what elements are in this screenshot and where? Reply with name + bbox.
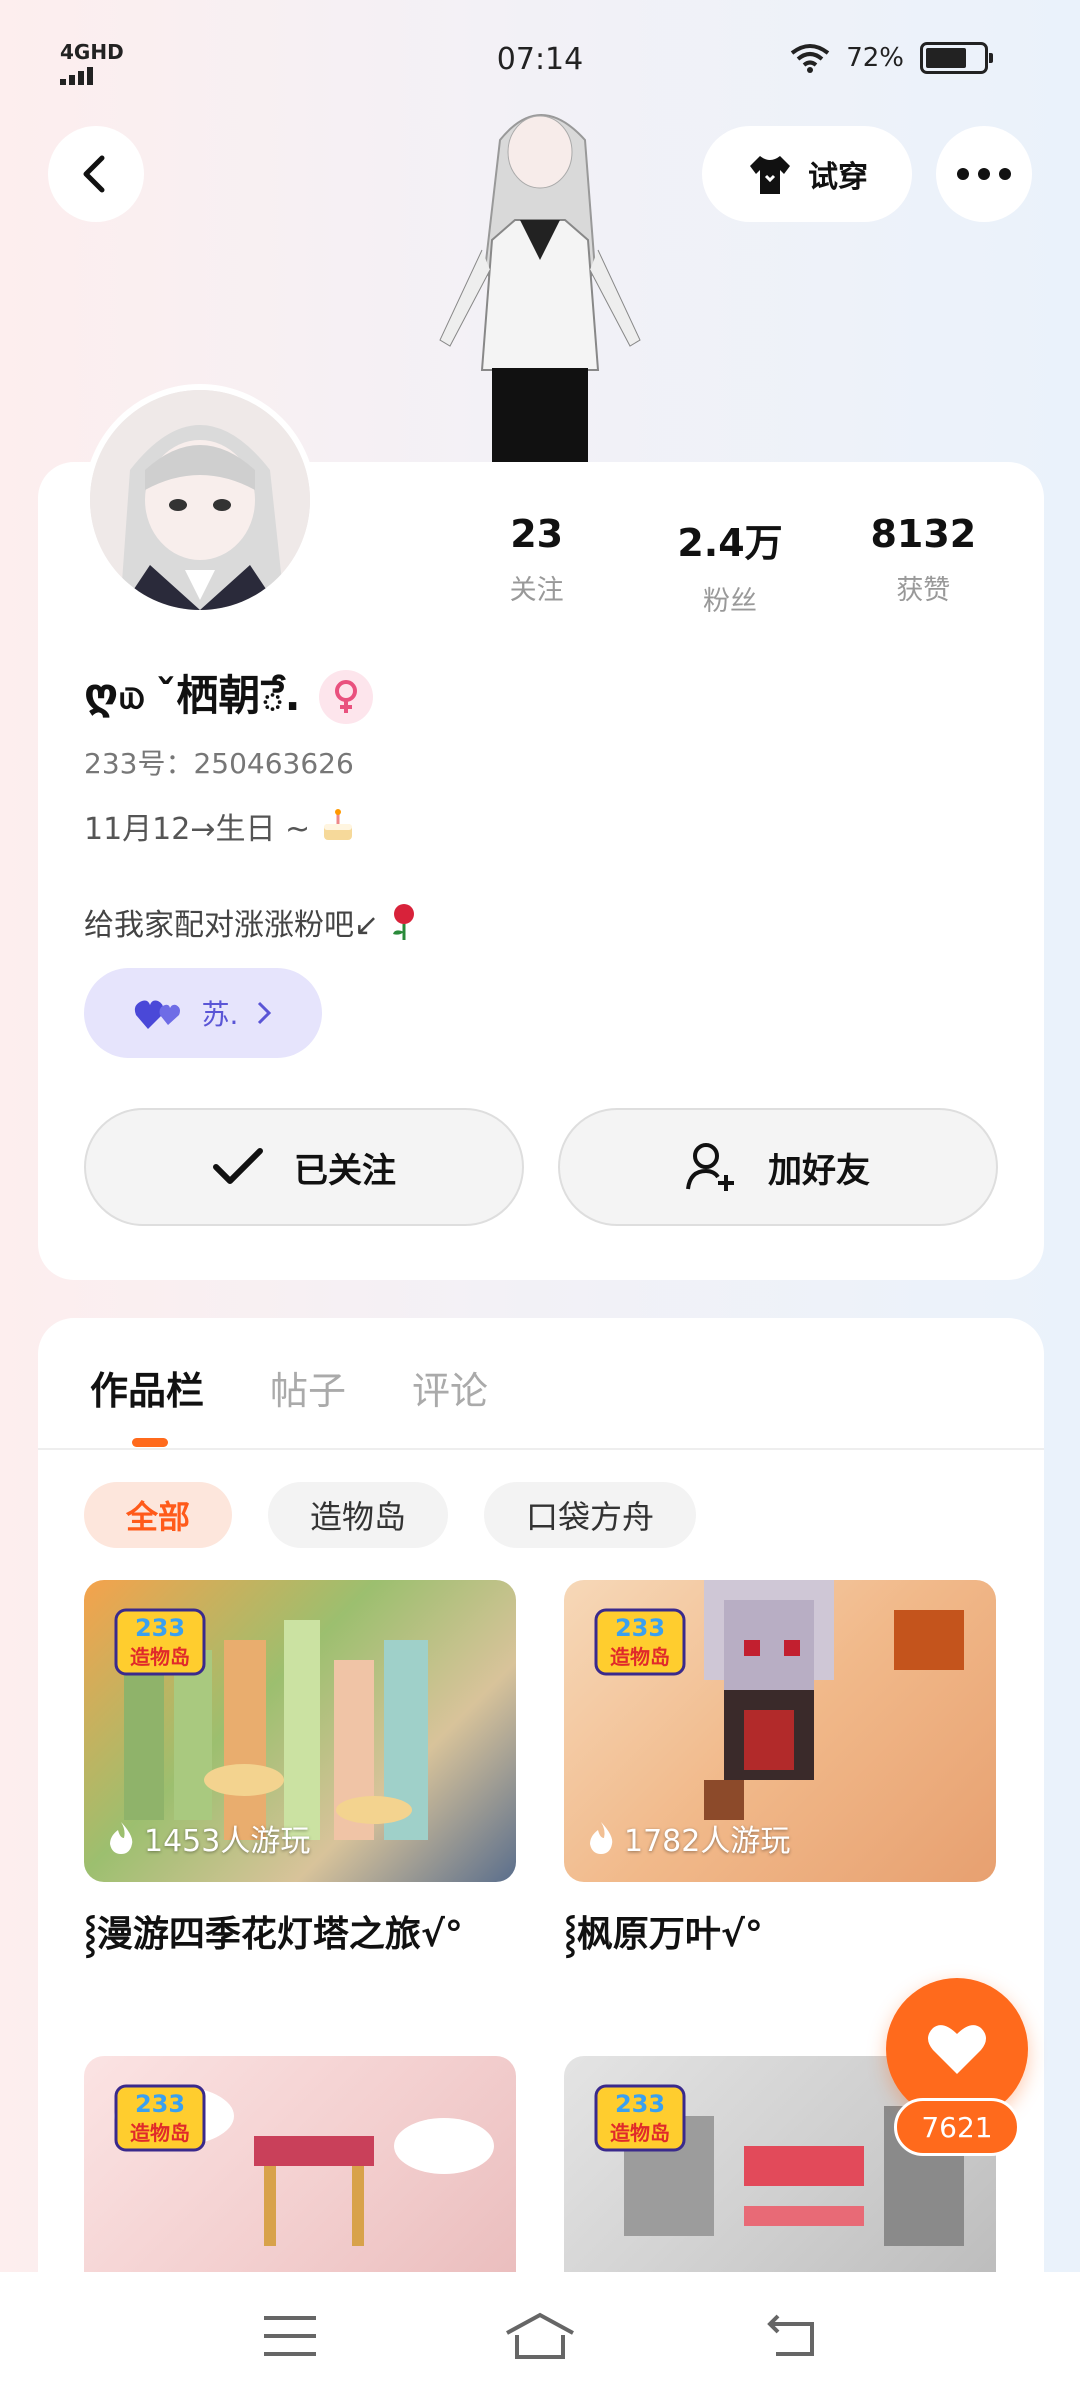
stat-value: 8132 <box>870 512 977 556</box>
signature-text: 给我家配对涨涨粉吧↙ <box>84 908 380 943</box>
profile-stats: 23 关注 2.4万 粉丝 8132 获赞 <box>440 512 1020 618</box>
game-thumbnail: 233 造物岛 1782人游玩 <box>564 1580 996 1882</box>
birthday-text: 11月12→生日 ~ <box>84 812 311 847</box>
nickname-prefix: ღ௰ <box>84 669 146 718</box>
stat-label: 获赞 <box>896 575 951 606</box>
filter-pocket-ark[interactable]: 口袋方舟 <box>484 1482 697 1548</box>
stat-following[interactable]: 23 关注 <box>440 512 633 618</box>
tab-comments[interactable]: 评论 <box>412 1360 488 1415</box>
player-count: 1782人游玩 <box>586 1816 790 1860</box>
creation-island-badge: 233 造物岛 <box>114 1608 206 1676</box>
svg-text:233: 233 <box>135 1614 185 1642</box>
stat-fans[interactable]: 2.4万 粉丝 <box>633 512 826 618</box>
back-arrow-icon <box>83 155 105 193</box>
cp-relation-button[interactable]: 苏. <box>84 968 322 1058</box>
creation-island-badge: 233 造物岛 <box>114 2084 206 2152</box>
check-icon <box>213 1148 263 1184</box>
tab-works[interactable]: 作品栏 <box>90 1360 204 1415</box>
game-title: ⸾枫原万叶√° <box>564 1914 763 1955</box>
more-dots-icon <box>957 168 1011 180</box>
avatar-3d-figure[interactable] <box>420 100 660 466</box>
filter-creation-island[interactable]: 造物岛 <box>268 1482 449 1548</box>
creation-island-badge: 233 造物岛 <box>594 2084 686 2152</box>
try-on-button[interactable]: 试穿 <box>702 126 912 222</box>
user-id: 233号：250463626 <box>84 747 354 780</box>
rose-icon <box>393 904 415 940</box>
flame-icon <box>110 1822 133 1854</box>
birthday-line: 11月12→生日 ~ <box>84 804 358 848</box>
works-filters: 全部 造物岛 口袋方舟 <box>84 1482 697 1548</box>
couple-hearts-icon <box>134 1000 180 1029</box>
add-user-icon <box>686 1143 734 1191</box>
filter-all[interactable]: 全部 <box>84 1482 233 1548</box>
signature-line: 给我家配对涨涨粉吧↙ <box>84 900 421 944</box>
like-count: 7621 <box>894 2098 1020 2156</box>
try-on-label: 试穿 <box>808 160 868 195</box>
svg-text:造物岛: 造物岛 <box>130 1645 190 1669</box>
flame-icon <box>590 1822 613 1854</box>
svg-text:233: 233 <box>135 2090 185 2118</box>
shirt-icon <box>750 156 790 194</box>
cp-name: 苏. <box>201 998 239 1031</box>
battery-percent: 72% <box>846 43 904 73</box>
chevron-right-icon <box>258 1001 272 1025</box>
system-nav-bar <box>0 2272 1080 2400</box>
add-friend-button[interactable]: 加好友 <box>558 1108 998 1226</box>
avatar[interactable] <box>84 384 316 616</box>
svg-text:造物岛: 造物岛 <box>610 1645 670 1669</box>
back-button[interactable] <box>48 126 144 222</box>
player-count-text: 1453人游玩 <box>144 1824 311 1859</box>
nickname-text: ˇ栖朝ే. <box>155 671 301 720</box>
home-icon[interactable] <box>503 2311 577 2361</box>
stat-likes[interactable]: 8132 获赞 <box>827 512 1020 618</box>
cake-icon <box>324 809 353 840</box>
game-card[interactable]: 233 造物岛 1453人游玩 ⸾漫游四季花灯塔之旅√° <box>84 1580 516 1966</box>
game-thumbnail: 233 造物岛 1453人游玩 <box>84 1580 516 1882</box>
divider <box>38 1448 1044 1450</box>
creation-island-badge: 233 造物岛 <box>594 1608 686 1676</box>
nickname: ღ௰ ˇ栖朝ే. <box>84 662 373 731</box>
works-tabs: 作品栏 帖子 评论 <box>90 1360 488 1415</box>
wifi-icon <box>790 44 830 73</box>
works-section: 作品栏 帖子 评论 全部 造物岛 口袋方舟 233 造物岛 1453人游玩 ⸾漫… <box>38 1318 1044 2400</box>
player-count-text: 1782人游玩 <box>624 1824 791 1859</box>
menu-icon[interactable] <box>262 2314 318 2358</box>
svg-text:造物岛: 造物岛 <box>130 2121 190 2145</box>
stat-label: 关注 <box>509 575 564 606</box>
game-card[interactable]: 233 造物岛 1782人游玩 ⸾枫原万叶√° <box>564 1580 996 1966</box>
more-button[interactable] <box>936 126 1032 222</box>
heart-icon <box>928 2025 986 2074</box>
stat-value: 2.4万 <box>677 521 783 565</box>
tab-posts[interactable]: 帖子 <box>270 1360 346 1415</box>
svg-text:造物岛: 造物岛 <box>610 2121 670 2145</box>
svg-text:233: 233 <box>615 1614 665 1642</box>
svg-text:233: 233 <box>615 2090 665 2118</box>
female-icon <box>318 669 373 724</box>
battery-icon <box>920 42 993 74</box>
return-icon[interactable] <box>762 2314 818 2358</box>
active-tab-indicator <box>132 1438 168 1447</box>
add-friend-label: 加好友 <box>768 1150 870 1191</box>
stat-label: 粉丝 <box>702 586 757 617</box>
followed-button[interactable]: 已关注 <box>84 1108 524 1226</box>
player-count: 1453人游玩 <box>106 1816 310 1860</box>
followed-label: 已关注 <box>294 1150 396 1191</box>
game-title: ⸾漫游四季花灯塔之旅√° <box>84 1914 463 1955</box>
stat-value: 23 <box>510 512 564 556</box>
